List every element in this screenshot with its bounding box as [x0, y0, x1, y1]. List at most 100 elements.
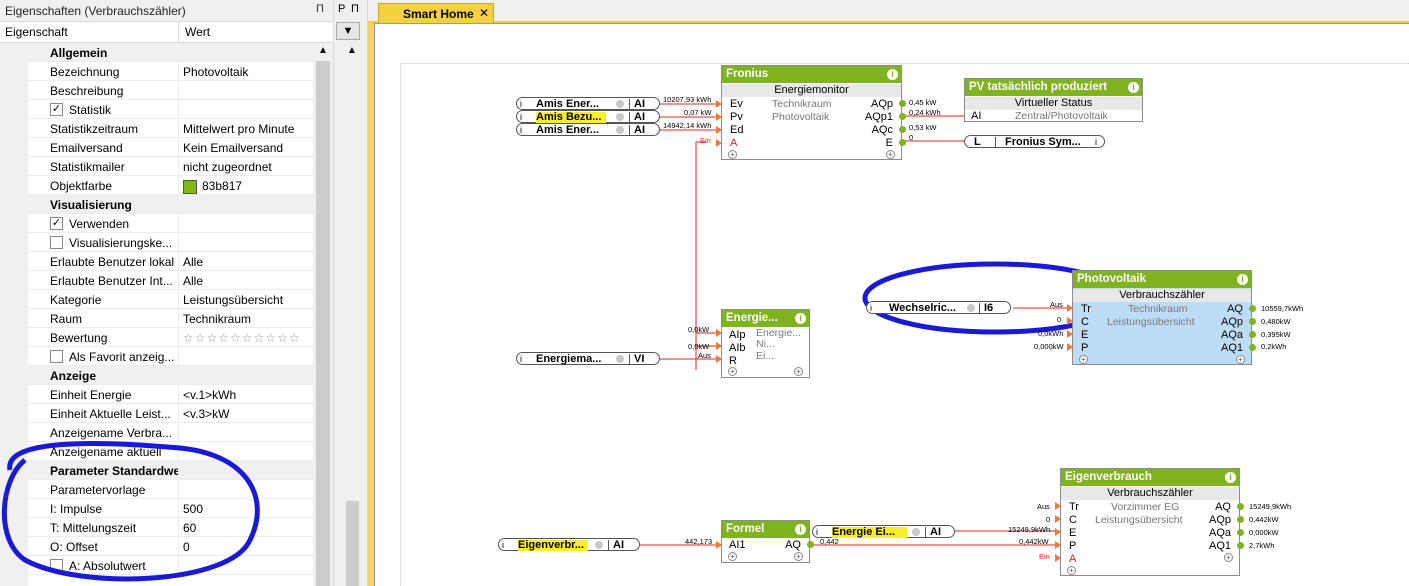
pin-icon[interactable]: Π — [316, 3, 324, 15]
add-output-icon[interactable]: + — [794, 367, 803, 376]
info-icon[interactable]: i — [887, 69, 898, 80]
input-connector[interactable] — [1067, 330, 1073, 338]
property-row[interactable]: A: Absolutwert — [28, 556, 313, 575]
info-icon[interactable]: i — [1095, 137, 1097, 148]
info-icon[interactable]: i — [520, 99, 522, 110]
property-value[interactable]: Alle — [183, 255, 313, 269]
block-formel[interactable]: Formel i AI1 AQ + + — [721, 520, 810, 563]
info-icon[interactable]: i — [502, 540, 504, 551]
output-connector[interactable] — [1237, 542, 1244, 549]
property-row[interactable]: Objektfarbe 83b817 — [28, 176, 313, 195]
scroll-up-icon[interactable]: ▲ — [318, 45, 328, 56]
output-connector[interactable] — [1237, 529, 1244, 536]
input-connector[interactable] — [716, 113, 722, 121]
output-connector[interactable] — [1237, 503, 1244, 510]
property-category[interactable]: ⊟Visualisierung — [28, 195, 313, 214]
ref-amis-2[interactable]: i Amis Bezu... AI — [516, 110, 660, 123]
input-connector[interactable] — [1055, 528, 1061, 536]
color-swatch[interactable] — [183, 179, 197, 194]
pin-icon-2[interactable]: Π — [351, 3, 359, 15]
info-icon[interactable]: i — [1128, 82, 1139, 93]
output-connector[interactable] — [1249, 318, 1256, 325]
property-value[interactable]: Kein Emailversand — [183, 141, 313, 155]
property-value[interactable]: Technikraum — [183, 312, 313, 326]
output-connector[interactable] — [899, 113, 906, 120]
info-icon[interactable]: i — [520, 125, 522, 136]
property-row[interactable]: O: Offset 0 — [28, 537, 313, 556]
property-value[interactable]: ☆☆☆☆☆☆☆☆☆☆ — [183, 331, 313, 345]
property-row[interactable]: ✓ Verwenden — [28, 214, 313, 233]
add-output-icon[interactable]: + — [794, 552, 803, 561]
info-icon[interactable]: i — [816, 527, 818, 538]
block-eigenverbrauch[interactable]: Eigenverbrauch i Verbrauchszähler Tr C E… — [1060, 468, 1240, 576]
properties-scrollbar[interactable]: ▲ — [313, 43, 333, 586]
property-value[interactable]: Leistungsübersicht — [183, 293, 313, 307]
output-connector[interactable] — [1249, 344, 1256, 351]
info-icon[interactable]: i — [1237, 274, 1248, 285]
info-icon[interactable]: i — [1225, 472, 1236, 483]
property-row[interactable]: Statistikmailer nicht zugeordnet — [28, 157, 313, 176]
property-row[interactable]: T: Mittelungszeit 60 — [28, 518, 313, 537]
info-icon[interactable]: i — [520, 354, 522, 365]
output-connector[interactable] — [899, 100, 906, 107]
add-input-icon[interactable]: + — [1079, 355, 1088, 364]
checkbox[interactable] — [50, 559, 63, 572]
property-row[interactable]: Erlaubte Benutzer lokal Alle — [28, 252, 313, 271]
tab-smart-home[interactable]: Smart Home ✕ — [378, 3, 494, 23]
info-icon[interactable]: i — [795, 313, 806, 324]
input-connector[interactable] — [716, 100, 722, 108]
property-row[interactable]: Visualisierungske... — [28, 233, 313, 252]
property-row[interactable]: I: Impulse 500 — [28, 499, 313, 518]
property-value[interactable]: nicht zugeordnet — [183, 160, 313, 174]
input-connector[interactable] — [1067, 343, 1073, 351]
input-connector[interactable] — [1055, 502, 1061, 510]
input-connector[interactable] — [716, 329, 722, 337]
property-row[interactable]: Erlaubte Benutzer Int... Alle — [28, 271, 313, 290]
ref-amis-1[interactable]: i Amis Ener... AI — [516, 97, 660, 110]
property-category[interactable]: ⊟Anzeige — [28, 366, 313, 385]
property-row[interactable]: ✓ Statistik — [28, 100, 313, 119]
property-value[interactable]: <v.3>kW — [183, 407, 313, 421]
property-value[interactable]: <v.1>kWh — [183, 388, 313, 402]
property-row[interactable]: Einheit Energie <v.1>kWh — [28, 385, 313, 404]
property-row[interactable]: Bezeichnung Photovoltaik — [28, 62, 313, 81]
ref-fronius-sym[interactable]: L Fronius Sym... i — [964, 135, 1105, 148]
input-connector[interactable] — [716, 126, 722, 134]
input-connector[interactable] — [1055, 515, 1061, 523]
info-icon[interactable]: i — [795, 524, 806, 535]
ref-energiema[interactable]: i Energiema... VI — [516, 352, 660, 365]
add-output-icon[interactable]: + — [886, 150, 895, 159]
add-input-icon[interactable]: + — [728, 367, 737, 376]
pane-label-p[interactable]: P — [338, 3, 345, 15]
output-connector[interactable] — [899, 126, 906, 133]
block-energie[interactable]: Energie... i AIp AIb R Energie... Ni... … — [721, 309, 810, 378]
column-header-property[interactable]: Eigenschaft — [5, 25, 68, 39]
ref-amis-3[interactable]: i Amis Ener... AI — [516, 123, 660, 136]
scroll-up-icon-2[interactable]: ▲ — [347, 45, 357, 56]
input-connector[interactable] — [1067, 304, 1073, 312]
property-row[interactable]: Einheit Aktuelle Leist... <v.3>kW — [28, 404, 313, 423]
output-connector[interactable] — [899, 139, 906, 146]
property-value[interactable]: Photovoltaik — [183, 65, 313, 79]
side-scrollbar[interactable]: ▲ — [345, 43, 360, 586]
ref-wechselrichter[interactable]: i Wechselric... I6 — [866, 301, 1011, 314]
close-icon[interactable]: ✕ — [479, 6, 489, 20]
property-row[interactable]: Anzeigename Verbra... — [28, 423, 313, 442]
checkbox[interactable]: ✓ — [50, 103, 63, 116]
property-row[interactable]: Als Favorit anzeig... — [28, 347, 313, 366]
ref-eigenverbr[interactable]: i Eigenverbr... AI — [498, 538, 640, 551]
input-connector[interactable] — [716, 355, 722, 363]
output-connector[interactable] — [807, 541, 814, 548]
add-input-icon[interactable]: + — [728, 150, 737, 159]
checkbox[interactable] — [50, 350, 63, 363]
input-connector[interactable] — [1055, 541, 1061, 549]
info-icon[interactable]: i — [520, 112, 522, 123]
property-row[interactable]: Emailversand Kein Emailversand — [28, 138, 313, 157]
info-icon[interactable]: i — [870, 303, 872, 314]
property-value[interactable]: Alle — [183, 274, 313, 288]
property-row[interactable]: Kategorie Leistungsübersicht — [28, 290, 313, 309]
add-output-icon[interactable]: + — [1236, 355, 1245, 364]
checkbox[interactable]: ✓ — [50, 217, 63, 230]
input-connector[interactable] — [716, 541, 722, 549]
funnel-icon[interactable]: ▼ — [336, 22, 360, 40]
